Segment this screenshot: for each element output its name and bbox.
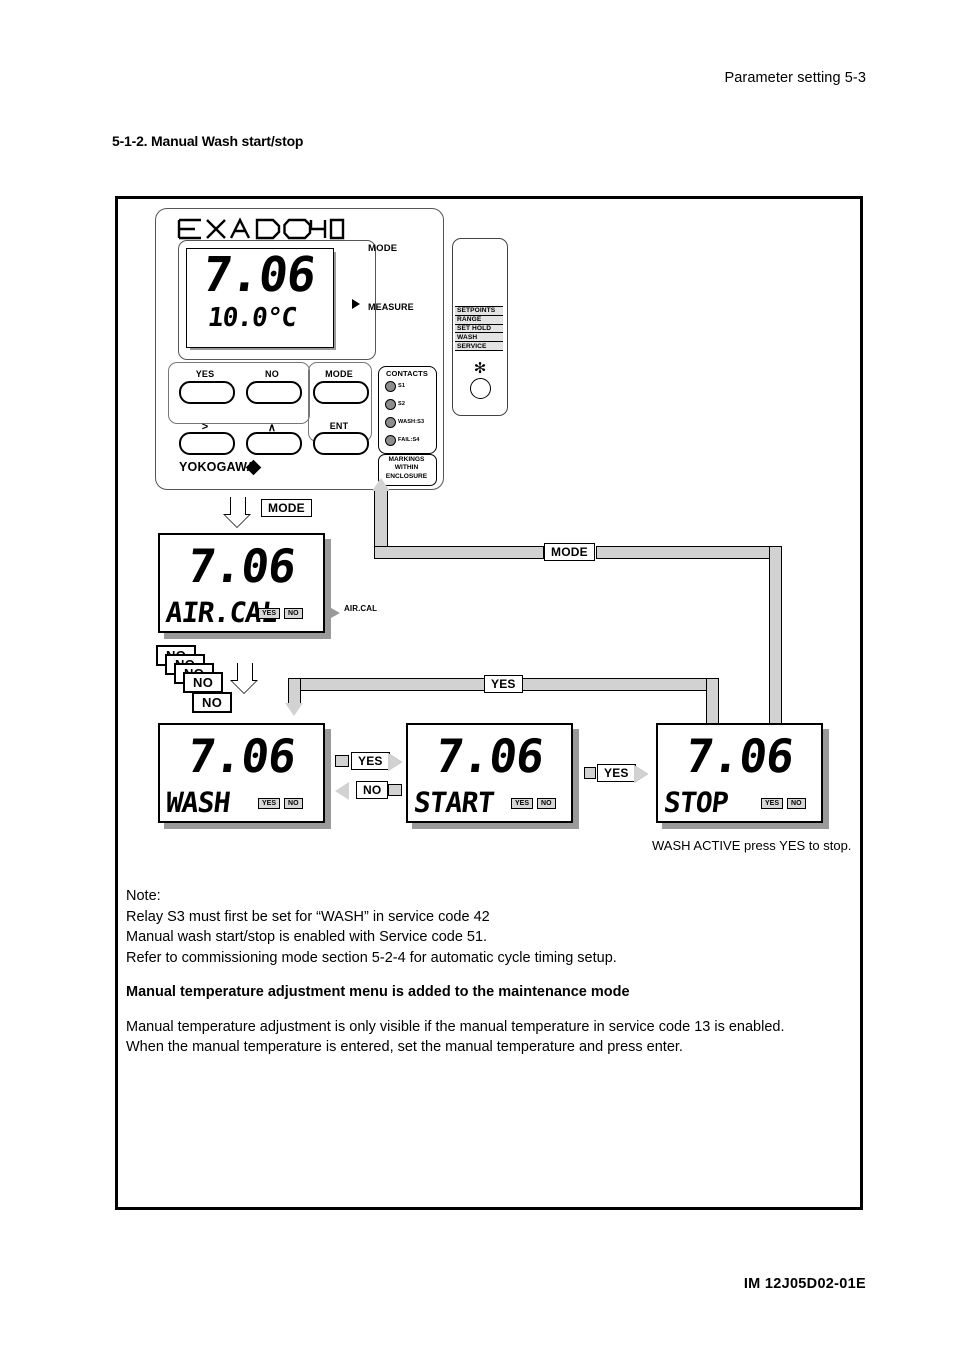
document-number: IM 12J05D02-01E: [743, 1276, 866, 1292]
contacts-title: CONTACTS: [386, 369, 428, 378]
led-s1-icon: [385, 381, 396, 392]
screen-wash-no: NO: [284, 798, 303, 809]
led-wash-s3-icon: [385, 417, 396, 428]
lcd-value: 7.06: [199, 247, 319, 303]
led-fail-s4-icon: [385, 435, 396, 446]
yes-path-horizontal-b: [522, 678, 718, 691]
screen-start-no: NO: [537, 798, 556, 809]
screen-aircal-no: NO: [284, 608, 303, 619]
key-yes[interactable]: [179, 381, 235, 404]
screen-aircal-value: 7.06: [184, 539, 299, 593]
mode-return-vertical-left: [374, 490, 388, 552]
side-row-setpoints: SETPOINTS: [455, 306, 503, 315]
screen-wash-value: 7.06: [184, 729, 299, 783]
key-up[interactable]: [246, 432, 302, 455]
led-label-s1: S1: [398, 383, 406, 389]
yes-path-vertical-right: [706, 678, 719, 724]
notes-block: Note: Relay S3 must first be set for “WA…: [126, 886, 846, 1058]
screen-start-value: 7.06: [432, 729, 547, 783]
measure-pointer-icon: [352, 299, 360, 309]
led-s2-icon: [385, 399, 396, 410]
mode-return-vertical-right: [769, 546, 782, 724]
screen-aircal-yesno: YES NO: [258, 608, 303, 619]
note-line-3: Refer to commissioning mode section 5-2-…: [126, 949, 617, 966]
key-label-yes: YES: [195, 369, 215, 379]
yes-path-arrowhead-icon: [285, 703, 303, 716]
start-wash-no-stub: [388, 784, 402, 796]
mode-return-arrowhead-icon: [372, 478, 390, 491]
led-label-fail-s4: FAIL:S4: [398, 437, 420, 443]
screen-stop-yes: YES: [761, 798, 784, 809]
led-label-s2: S2: [398, 401, 406, 407]
flow-label-start-wash-no: NO: [356, 781, 389, 799]
screen-wash-yesno: YES NO: [258, 798, 303, 809]
side-row-range: RANGE: [455, 314, 503, 324]
screen-wash-label: WASH: [164, 786, 232, 819]
key-right[interactable]: [179, 432, 235, 455]
yokogawa-brand: YOKOGAWA: [179, 460, 256, 474]
screen-stop-yesno: YES NO: [761, 798, 806, 809]
side-label-list: SETPOINTS RANGE SET HOLD WASH SERVICE: [455, 306, 503, 351]
stop-caption: WASH ACTIVE press YES to stop.: [652, 838, 852, 853]
no-box-4: NO: [183, 672, 224, 693]
screen-aircal: 7.06 AIR.CAL YES NO: [158, 533, 331, 639]
start-stop-yes-stub: [584, 767, 596, 779]
screen-stop-value: 7.06: [682, 729, 797, 783]
no-box-5: NO: [192, 692, 233, 713]
key-label-no: NO: [265, 369, 279, 379]
led-label-wash-s3: WASH:S3: [398, 419, 425, 425]
note-bold-heading: Manual temperature adjustment menu is ad…: [126, 984, 630, 1000]
screen-start: 7.06 START YES NO: [406, 723, 579, 829]
screen-wash: 7.06 WASH YES NO: [158, 723, 331, 829]
screen-aircal-yes: YES: [258, 608, 281, 619]
markings-line-2: WITHIN: [394, 464, 419, 472]
start-stop-yes-arrow-icon: [634, 765, 648, 783]
lcd-mode-tag: MODE: [368, 243, 398, 254]
markings-line-1: MARKINGS: [388, 456, 425, 463]
side-plate-circle-icon: [470, 378, 491, 399]
note-heading: Note:: [126, 888, 161, 904]
mode-return-horizontal-a: [374, 546, 544, 559]
note-line-1: Relay S3 must first be set for “WASH” in…: [126, 908, 490, 925]
screen-stop-label: STOP: [662, 786, 730, 819]
flow-label-yes-top: YES: [484, 675, 523, 693]
flow-label-wash-start-yes: YES: [351, 752, 390, 770]
page-title: 5-1-2. Manual Wash start/stop: [112, 133, 304, 149]
screen-stop-no: NO: [787, 798, 806, 809]
key-ent[interactable]: [313, 432, 369, 455]
screen-start-yes: YES: [511, 798, 534, 809]
flow-label-mode-down: MODE: [261, 499, 312, 517]
yes-path-vertical-left: [288, 678, 301, 706]
side-row-set-hold: SET HOLD: [455, 323, 503, 333]
wash-start-yes-stub: [335, 755, 349, 767]
aircal-pointer-icon: [331, 608, 340, 618]
flow-label-mode-return: MODE: [544, 543, 595, 561]
side-row-service: SERVICE: [455, 341, 503, 351]
note-line-2: Manual wash start/stop is enabled with S…: [126, 929, 488, 945]
yes-path-horizontal-a: [288, 678, 488, 691]
note-tail-2: When the manual temperature is entered, …: [126, 1039, 683, 1055]
key-mode[interactable]: [313, 381, 369, 404]
side-row-wash: WASH: [455, 332, 503, 342]
note-tail-1: Manual temperature adjustment is only vi…: [126, 1018, 785, 1035]
page-header: Parameter setting 5-3: [724, 70, 866, 86]
start-wash-no-arrow-icon: [335, 782, 349, 800]
mode-down-arrow-icon: [223, 497, 251, 530]
asterisk-icon: ✻: [473, 360, 487, 377]
lcd-temperature: 10.0°C: [206, 303, 298, 333]
key-no[interactable]: [246, 381, 302, 404]
lcd-measure-tag: MEASURE: [368, 302, 414, 312]
wash-start-yes-arrow-icon: [388, 753, 402, 771]
mode-return-horizontal-b: [596, 546, 782, 559]
screen-start-label: START: [412, 786, 496, 819]
screen-start-yesno: YES NO: [511, 798, 556, 809]
screen-wash-yes: YES: [258, 798, 281, 809]
key-label-ent: ENT: [329, 421, 349, 431]
wash-down-arrow-icon: [230, 663, 258, 696]
flow-label-start-stop-yes: YES: [597, 764, 636, 782]
screen-stop: 7.06 STOP YES NO: [656, 723, 829, 829]
aircal-tag: AIR.CAL: [344, 604, 378, 613]
key-label-mode: MODE: [325, 369, 353, 379]
